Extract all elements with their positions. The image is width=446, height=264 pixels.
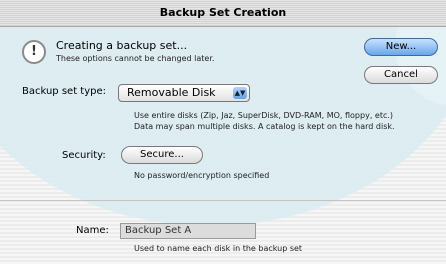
secure-button[interactable]: Secure...	[121, 146, 203, 164]
security-label: Security:	[62, 150, 106, 161]
cancel-button-label: Cancel	[384, 69, 418, 80]
window-title: Backup Set Creation	[159, 6, 287, 19]
secure-button-label: Secure...	[140, 149, 184, 160]
name-hint: Used to name each disk in the backup set	[134, 244, 303, 253]
title-bar[interactable]: Backup Set Creation	[0, 0, 446, 27]
name-field-value: Backup Set A	[125, 225, 192, 236]
backup-set-type-label: Backup set type:	[22, 86, 107, 97]
backup-type-description-line2: Data may span multiple disks. A catalog …	[134, 122, 395, 131]
name-label: Name:	[76, 225, 109, 236]
backup-set-creation-dialog: Backup Set Creation ! Creating a backup …	[0, 0, 446, 264]
message-title: Creating a backup set...	[56, 39, 188, 52]
alert-icon: !	[22, 40, 46, 64]
security-status: No password/encryption specified	[134, 171, 270, 180]
divider	[0, 200, 446, 201]
cancel-button[interactable]: Cancel	[364, 66, 438, 84]
message-subtitle: These options cannot be changed later.	[56, 54, 215, 63]
new-button[interactable]: New...	[364, 38, 438, 56]
popup-arrows-icon: ▲▼	[233, 87, 247, 99]
backup-set-type-popup[interactable]: Removable Disk ▲▼	[118, 84, 250, 102]
name-field[interactable]: Backup Set A	[120, 223, 256, 239]
backup-type-description-line1: Use entire disks (Zip, Jaz, SuperDisk, D…	[134, 111, 394, 120]
new-button-label: New...	[385, 41, 417, 52]
backup-set-type-value: Removable Disk	[127, 86, 216, 99]
